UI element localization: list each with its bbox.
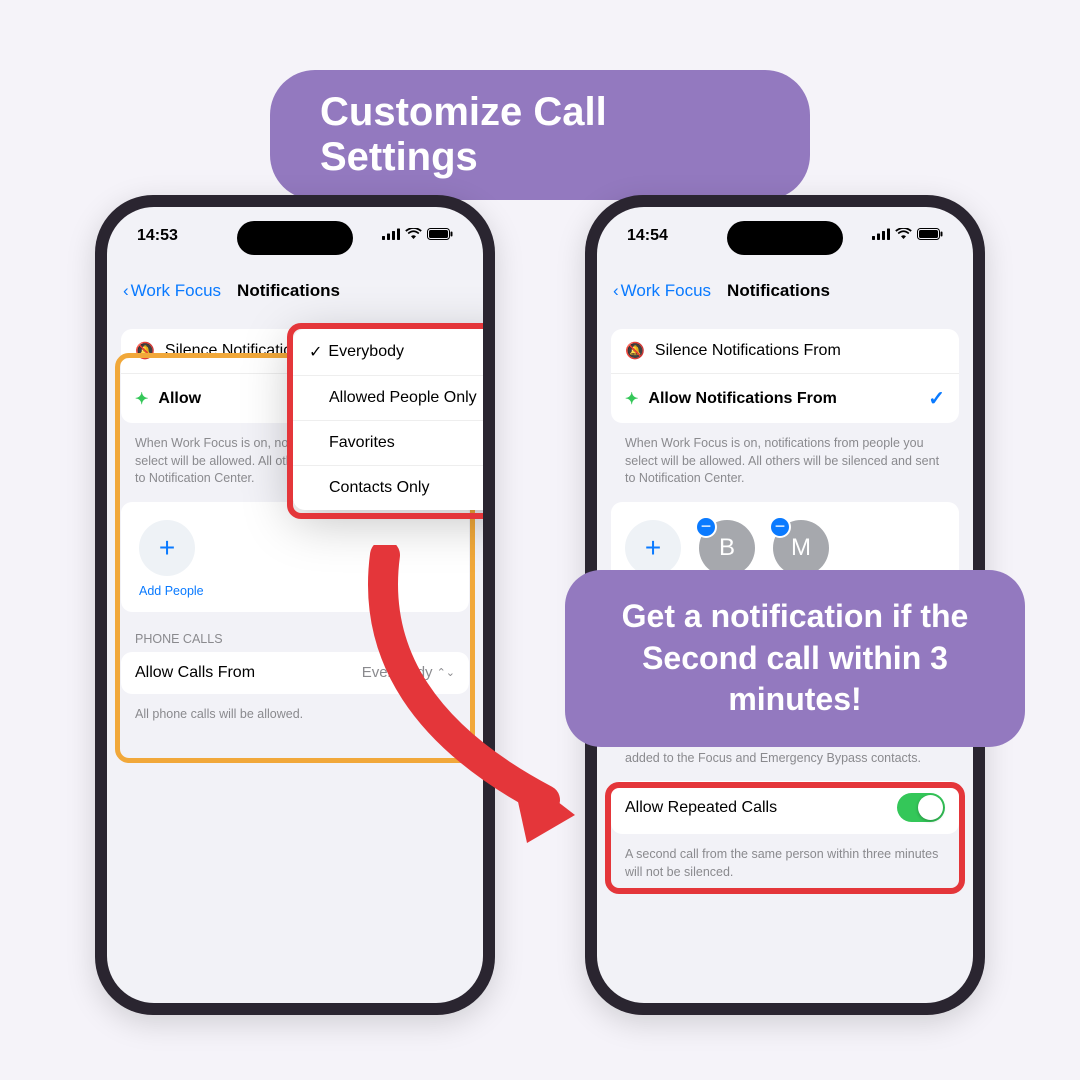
helper-text: added to the Focus and Emergency Bypass … [611, 744, 959, 782]
chevron-left-icon: ‹ [613, 281, 619, 301]
allow-row[interactable]: ✦ Allow Notifications From ✓ [611, 374, 959, 423]
battery-icon [427, 227, 453, 245]
nav-title: Notifications [237, 281, 340, 301]
popup-option-everybody[interactable]: ✓Everybody [293, 329, 483, 376]
helper-text: When Work Focus is on, notifications fro… [611, 429, 959, 502]
popup-option-favorites[interactable]: Favorites [293, 421, 483, 466]
status-bar: 14:54 [597, 227, 973, 245]
popup-option-allowed[interactable]: Allowed People Only [293, 376, 483, 421]
remove-contact-icon[interactable]: − [695, 516, 717, 538]
battery-icon [917, 227, 943, 245]
add-icon: + [139, 520, 195, 576]
chevron-left-icon: ‹ [123, 281, 129, 301]
status-bar: 14:53 [107, 227, 483, 245]
popup-option-contacts[interactable]: Contacts Only [293, 466, 483, 510]
callout-bubble: Get a notification if the Second call wi… [565, 570, 1025, 747]
bell-slash-icon: 🔕 [135, 341, 155, 361]
nav-title: Notifications [727, 281, 830, 301]
nav-bar: ‹ Work Focus Notifications [107, 273, 483, 309]
check-icon: ✓ [309, 342, 322, 362]
bell-slash-icon: 🔕 [625, 341, 645, 361]
toggle-on[interactable] [897, 793, 945, 822]
contact-avatar[interactable]: − B [699, 520, 755, 576]
contact-avatar[interactable]: − M [773, 520, 829, 576]
remove-contact-icon[interactable]: − [769, 516, 791, 538]
allow-repeated-row[interactable]: Allow Repeated Calls [611, 781, 959, 834]
back-button[interactable]: ‹ Work Focus [613, 281, 711, 301]
signal-icon [872, 227, 890, 245]
nav-bar: ‹ Work Focus Notifications [597, 273, 973, 309]
silence-row[interactable]: 🔕 Silence Notifications From [611, 329, 959, 374]
back-button[interactable]: ‹ Work Focus [123, 281, 221, 301]
title-banner: Customize Call Settings [270, 70, 810, 200]
status-time: 14:53 [137, 227, 178, 245]
wifi-icon [895, 227, 912, 245]
check-icon: ✓ [928, 386, 945, 411]
allow-icon: ✦ [135, 389, 148, 409]
signal-icon [382, 227, 400, 245]
allow-icon: ✦ [625, 389, 638, 409]
add-people-button[interactable]: + [625, 520, 681, 576]
status-time: 14:54 [627, 227, 668, 245]
wifi-icon [405, 227, 422, 245]
calls-from-popup: ✓Everybody Allowed People Only Favorites… [293, 329, 483, 510]
helper-text: A second call from the same person withi… [611, 840, 959, 895]
